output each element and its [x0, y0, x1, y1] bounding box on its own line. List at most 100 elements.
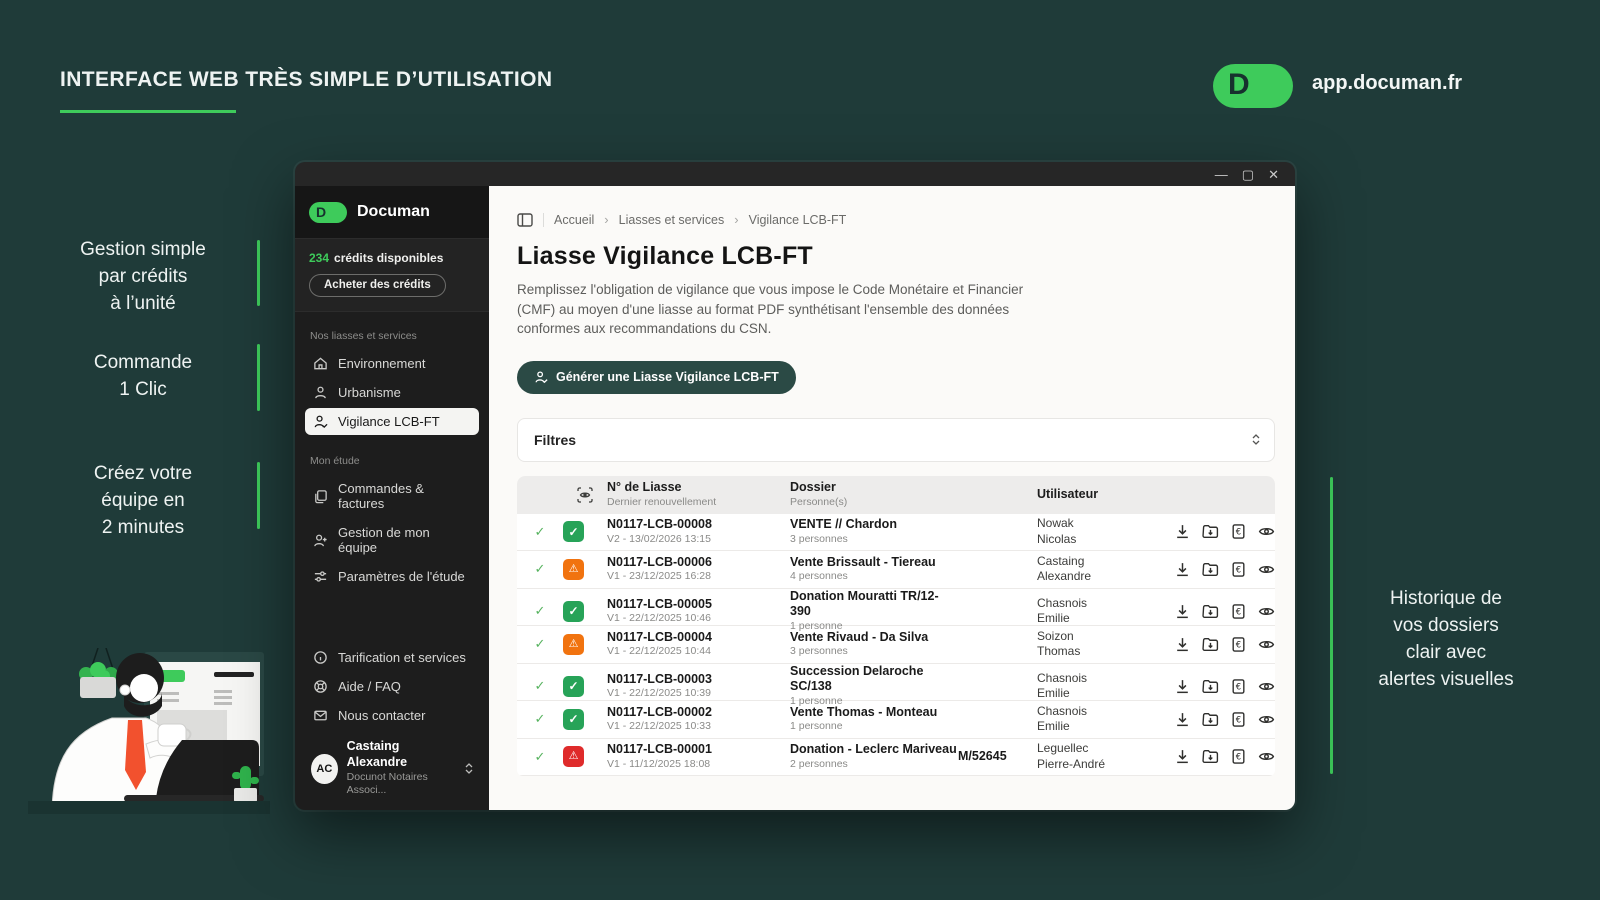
close-button[interactable]: ✕	[1268, 168, 1279, 181]
table-row[interactable]: ✓ ✓⚠ N0117-LCB-00008 V2 - 13/02/2026 13:…	[517, 514, 1275, 552]
main-content: Accueil › Liasses et services › Vigilanc…	[489, 186, 1295, 810]
status-badge: ✓⚠	[563, 634, 584, 655]
dossier-name: Donation Mouratti TR/12-390	[790, 589, 958, 620]
user-firstname: Thomas	[1037, 644, 1171, 660]
view-eye-icon[interactable]	[1257, 522, 1275, 541]
documan-logo-small: D	[309, 202, 347, 223]
folder-download-icon[interactable]	[1201, 747, 1220, 766]
breadcrumb-item-accueil[interactable]: Accueil	[554, 213, 594, 227]
table-row[interactable]: ✓ ✓⚠ N0117-LCB-00006 V1 - 23/12/2025 16:…	[517, 551, 1275, 589]
invoice-euro-icon[interactable]: €	[1229, 522, 1248, 541]
folder-download-icon[interactable]	[1201, 522, 1220, 541]
folder-download-icon[interactable]	[1201, 602, 1220, 621]
folder-download-icon[interactable]	[1201, 710, 1220, 729]
hero-title: INTERFACE WEB TRÈS SIMPLE D’UTILISATION	[60, 68, 552, 92]
row-valid-check-icon: ✓	[517, 561, 563, 577]
view-eye-icon[interactable]	[1257, 635, 1275, 654]
col-subheader-personnes: Personne(s)	[790, 496, 958, 510]
table-row[interactable]: ✓ ✓⚠ N0117-LCB-00003 V1 - 22/12/2025 10:…	[517, 664, 1275, 702]
sidebar-footer: Tarification et services Aide / FAQ Nous…	[295, 644, 489, 810]
folder-download-icon[interactable]	[1201, 677, 1220, 696]
house-icon	[313, 356, 328, 371]
sidebar-item-gestion-equipe[interactable]: Gestion de mon équipe	[305, 519, 479, 561]
invoice-euro-icon[interactable]: €	[1229, 677, 1248, 696]
sidebar: D Documan 234crédits disponibles Acheter…	[295, 186, 489, 810]
status-badge: ✓⚠	[563, 601, 584, 622]
sidebar-item-urbanisme[interactable]: Urbanisme	[305, 379, 479, 406]
chevron-updown-icon	[465, 763, 473, 774]
maximize-button[interactable]: ▢	[1242, 168, 1254, 181]
sidebar-item-nous-contacter[interactable]: Nous contacter	[305, 702, 479, 729]
avatar: AC	[311, 754, 338, 784]
sidebar-item-parametres[interactable]: Paramètres de l'étude	[305, 563, 479, 590]
svg-text:€: €	[1236, 716, 1241, 726]
status-badge: ✓⚠	[563, 746, 584, 767]
invoice-euro-icon[interactable]: €	[1229, 747, 1248, 766]
sidebar-item-environnement[interactable]: Environnement	[305, 350, 479, 377]
table-row[interactable]: ✓ ✓⚠ N0117-LCB-00004 V1 - 22/12/2025 10:…	[517, 626, 1275, 664]
filters-bar[interactable]: Filtres	[517, 418, 1275, 462]
view-eye-icon[interactable]	[1257, 677, 1275, 696]
folder-download-icon[interactable]	[1201, 560, 1220, 579]
download-icon[interactable]	[1173, 602, 1192, 621]
col-header-liasse[interactable]: N° de Liasse	[607, 480, 790, 496]
invoice-euro-icon[interactable]: €	[1229, 710, 1248, 729]
download-icon[interactable]	[1173, 522, 1192, 541]
sidebar-logo[interactable]: D Documan	[295, 186, 489, 238]
invoice-euro-icon[interactable]: €	[1229, 560, 1248, 579]
sidebar-item-tarification[interactable]: Tarification et services	[305, 644, 479, 671]
table-header: N° de Liasse Dernier renouvellement Doss…	[517, 476, 1275, 514]
download-icon[interactable]	[1173, 677, 1192, 696]
table-row[interactable]: ✓ ✓⚠ N0117-LCB-00002 V1 - 22/12/2025 10:…	[517, 701, 1275, 739]
col-subheader-renouvellement: Dernier renouvellement	[607, 496, 790, 510]
table-row[interactable]: ✓ ✓⚠ N0117-LCB-00005 V1 - 22/12/2025 10:…	[517, 589, 1275, 627]
invoices-icon	[313, 489, 328, 504]
annotation-bar	[257, 344, 260, 411]
user-firstname: Emilie	[1037, 686, 1171, 702]
download-icon[interactable]	[1173, 560, 1192, 579]
buy-credits-button[interactable]: Acheter des crédits	[309, 274, 446, 297]
dossier-name: Donation - Leclerc Mariveau	[790, 742, 958, 758]
mail-icon	[313, 708, 328, 723]
row-valid-check-icon: ✓	[517, 711, 563, 727]
annotation-line: vos dossiers	[1356, 612, 1536, 639]
liasse-number: N0117-LCB-00005	[607, 597, 790, 613]
view-eye-icon[interactable]	[1257, 710, 1275, 729]
sidebar-item-vigilance-lcb-ft[interactable]: Vigilance LCB-FT	[305, 408, 479, 435]
folder-download-icon[interactable]	[1201, 635, 1220, 654]
sidebar-toggle-icon[interactable]	[517, 213, 533, 227]
liasse-renewal-date: V1 - 11/12/2025 18:08	[607, 758, 790, 772]
invoice-euro-icon[interactable]: €	[1229, 602, 1248, 621]
download-icon[interactable]	[1173, 710, 1192, 729]
dossier-persons: 3 personnes	[790, 533, 958, 547]
view-eye-icon[interactable]	[1257, 560, 1275, 579]
user-menu[interactable]: AC Castaing Alexandre Docunot Notaires A…	[305, 731, 479, 800]
download-icon[interactable]	[1173, 635, 1192, 654]
sidebar-item-label: Environnement	[338, 356, 425, 371]
sliders-icon	[313, 569, 328, 584]
scan-eye-icon	[576, 486, 594, 504]
annotation-line: alertes visuelles	[1356, 666, 1536, 693]
status-badge: ✓⚠	[563, 676, 584, 697]
sidebar-item-aide-faq[interactable]: Aide / FAQ	[305, 673, 479, 700]
col-header-dossier[interactable]: Dossier	[790, 480, 958, 496]
minimize-button[interactable]: —	[1215, 168, 1228, 181]
credits-panel: 234crédits disponibles Acheter des crédi…	[295, 238, 489, 312]
table-row[interactable]: ✓ ✓⚠ N0117-LCB-00001 V1 - 11/12/2025 18:…	[517, 739, 1275, 777]
svg-text:€: €	[1236, 641, 1241, 651]
download-icon[interactable]	[1173, 747, 1192, 766]
view-eye-icon[interactable]	[1257, 602, 1275, 621]
breadcrumb-item-liasses[interactable]: Liasses et services	[619, 213, 725, 227]
invoice-euro-icon[interactable]: €	[1229, 635, 1248, 654]
user-firstname: Alexandre	[1037, 569, 1171, 585]
sidebar-item-label: Aide / FAQ	[338, 679, 401, 694]
sidebar-item-commandes-factures[interactable]: Commandes & factures	[305, 475, 479, 517]
dossier-name: Vente Brissault - Tiereau	[790, 555, 958, 571]
view-eye-icon[interactable]	[1257, 747, 1275, 766]
status-badge: ✓⚠	[563, 559, 584, 580]
svg-text:€: €	[1236, 607, 1241, 617]
liasse-number: N0117-LCB-00004	[607, 630, 790, 646]
etude-section-label: Mon étude	[310, 455, 474, 467]
col-header-utilisateur[interactable]: Utilisateur	[1037, 487, 1171, 503]
generate-liasse-button[interactable]: Générer une Liasse Vigilance LCB-FT	[517, 361, 796, 394]
